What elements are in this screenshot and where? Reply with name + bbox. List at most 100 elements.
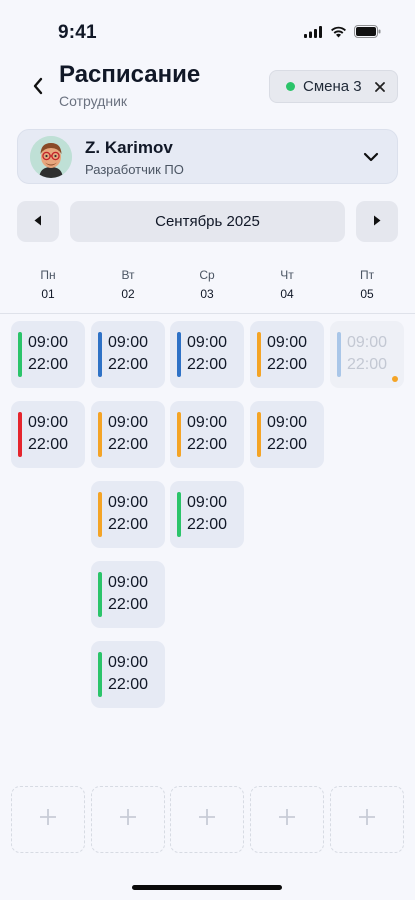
shift-start-time: 09:00 [267,414,308,431]
chevron-left-icon [32,77,44,100]
day-header: Пн 01 Вт 02 Ср 03 Чт 04 Пт 05 [0,268,415,308]
shift-start-time: 09:00 [187,414,228,431]
shift-start-time: 09:00 [108,654,149,671]
next-month-button[interactable] [356,201,398,242]
day-name: Пн [40,268,56,282]
home-indicator [132,885,282,890]
shift-start-time: 09:00 [187,494,228,511]
shift-color-bar [98,492,102,537]
shift-color-bar [18,412,22,457]
shift-end-time: 22:00 [28,436,69,453]
employee-role: Разработчик ПО [85,162,184,177]
shift-card[interactable]: 09:00 22:00 [11,321,85,388]
shift-start-time: 09:00 [108,574,149,591]
shift-color-bar [257,332,261,377]
shift-status-dot [286,82,295,91]
avatar [30,136,72,178]
shift-card[interactable]: 09:00 22:00 [250,401,324,468]
shift-end-time: 22:00 [108,356,149,373]
day-column-header[interactable]: Чт 04 [250,268,324,301]
shift-end-time: 22:00 [267,356,308,373]
add-shift-button[interactable] [250,786,324,853]
employee-selector[interactable]: Z. Karimov Разработчик ПО [17,129,398,184]
shift-color-bar [337,332,341,377]
day-column-header[interactable]: Ср 03 [170,268,244,301]
day-number: 01 [41,287,55,301]
add-shift-button[interactable] [330,786,404,853]
shift-color-bar [18,332,22,377]
shift-card[interactable]: 09:00 22:00 [170,401,244,468]
add-shift-button[interactable] [11,786,85,853]
shift-card[interactable]: 09:00 22:00 [330,321,404,388]
plus-icon [119,808,137,831]
employee-name: Z. Karimov [85,138,173,157]
shift-card[interactable]: 09:00 22:00 [11,401,85,468]
shift-color-bar [98,412,102,457]
shift-end-time: 22:00 [28,356,69,373]
triangle-right-icon [373,213,381,231]
shift-end-time: 22:00 [187,436,228,453]
day-name: Вт [121,268,135,282]
shift-end-time: 22:00 [187,516,228,533]
day-column-header[interactable]: Пт 05 [330,268,404,301]
page-subtitle: Сотрудник [59,93,128,109]
day-number: 03 [200,287,214,301]
shift-start-time: 09:00 [108,414,149,431]
day-name: Пт [359,268,375,282]
shift-end-time: 22:00 [108,436,149,453]
day-number: 02 [121,287,135,301]
shift-card[interactable]: 09:00 22:00 [91,481,165,548]
shift-start-time: 09:00 [347,334,388,351]
month-selector[interactable]: Сентябрь 2025 [70,201,345,242]
add-shift-button[interactable] [170,786,244,853]
chevron-down-icon [363,149,379,167]
shift-card[interactable]: 09:00 22:00 [170,321,244,388]
shift-card[interactable]: 09:00 22:00 [91,401,165,468]
shift-start-time: 09:00 [187,334,228,351]
shift-color-bar [98,652,102,697]
month-label: Сентябрь 2025 [155,213,260,230]
shift-start-time: 09:00 [267,334,308,351]
plus-icon [198,808,216,831]
plus-icon [358,808,376,831]
day-name: Ср [199,268,215,282]
page-title: Расписание [59,61,201,88]
shift-card[interactable]: 09:00 22:00 [170,481,244,548]
cellular-signal-icon [304,25,323,38]
shift-color-bar [257,412,261,457]
back-button[interactable] [26,76,50,100]
battery-icon [354,25,381,38]
shift-indicator-dot [392,376,398,382]
status-time: 9:41 [58,22,97,43]
shift-card[interactable]: 09:00 22:00 [91,561,165,628]
day-column-header[interactable]: Пн 01 [11,268,85,301]
shift-card[interactable]: 09:00 22:00 [91,641,165,708]
shift-color-bar [98,332,102,377]
shift-card[interactable]: 09:00 22:00 [91,321,165,388]
shift-chip-label: Смена 3 [303,78,362,95]
wifi-icon [330,26,347,38]
shift-color-bar [98,572,102,617]
shift-end-time: 22:00 [187,356,228,373]
shift-end-time: 22:00 [267,436,308,453]
shift-start-time: 09:00 [28,414,69,431]
shift-color-bar [177,412,181,457]
shift-end-time: 22:00 [108,596,149,613]
day-column-header[interactable]: Вт 02 [91,268,165,301]
shift-start-time: 09:00 [28,334,69,351]
add-shift-button[interactable] [91,786,165,853]
day-number: 04 [280,287,294,301]
status-icons [304,25,381,38]
status-bar: 9:41 [0,0,415,60]
close-icon[interactable] [374,81,386,93]
shift-start-time: 09:00 [108,494,149,511]
divider [0,313,415,314]
shift-card[interactable]: 09:00 22:00 [250,321,324,388]
prev-month-button[interactable] [17,201,59,242]
shift-color-bar [177,492,181,537]
shift-start-time: 09:00 [108,334,149,351]
shift-end-time: 22:00 [108,676,149,693]
shift-filter-chip[interactable]: Смена 3 [269,70,398,103]
header: Расписание Сотрудник Смена 3 [0,60,415,118]
plus-icon [278,808,296,831]
